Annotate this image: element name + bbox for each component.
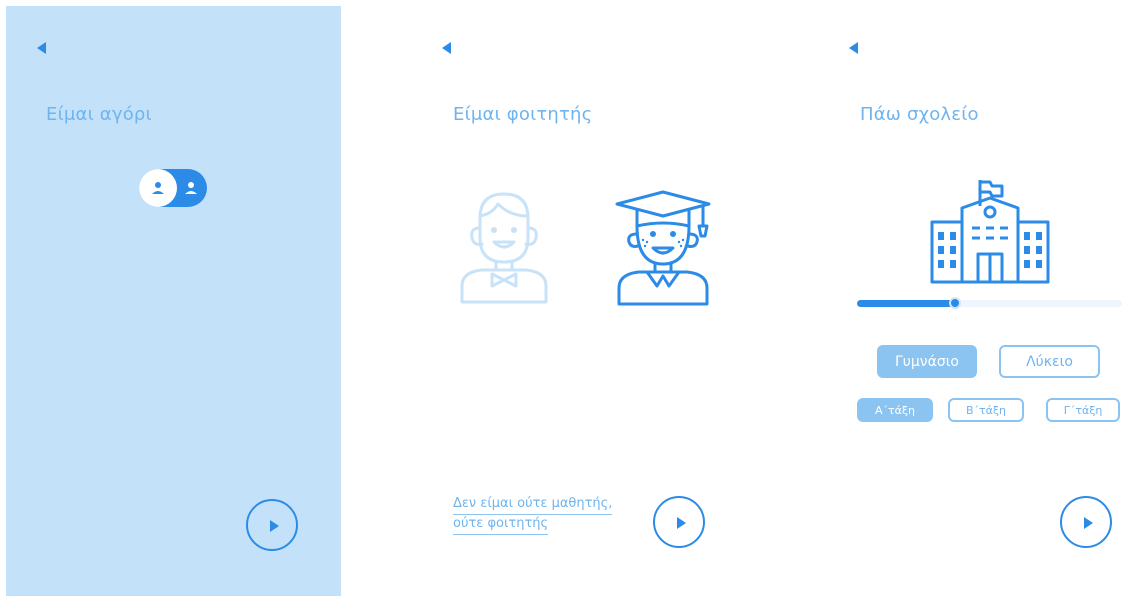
link-line-2: ούτε φοιτητής bbox=[453, 515, 549, 535]
page-title: Πάω σχολείο bbox=[860, 104, 979, 125]
progress-fill bbox=[857, 300, 956, 307]
grade-option-a[interactable]: Α΄τάξη bbox=[857, 398, 933, 422]
grade-option-b[interactable]: Β΄τάξη bbox=[948, 398, 1024, 422]
screen-school: Πάω σχολείο Γυμνάσιο Λύκειο Α΄τάξη Β΄τάξ… bbox=[820, 0, 1122, 596]
play-icon bbox=[270, 520, 279, 532]
graduate-icon[interactable] bbox=[613, 190, 713, 306]
back-arrow-icon[interactable] bbox=[442, 42, 451, 54]
back-arrow-icon[interactable] bbox=[37, 42, 46, 54]
play-icon bbox=[677, 517, 686, 529]
screen-occupation: Είμαι φοιτητής Δεν είμαι ούτε μαθητής, ο… bbox=[410, 0, 740, 596]
progress-thumb[interactable] bbox=[949, 297, 962, 309]
not-student-link[interactable]: Δεν είμαι ούτε μαθητής, ούτε φοιτητής bbox=[453, 495, 613, 535]
page-title: Είμαι αγόρι bbox=[46, 104, 152, 125]
person-icon bbox=[185, 182, 197, 194]
school-building-icon bbox=[930, 180, 1050, 284]
gender-toggle[interactable] bbox=[139, 169, 207, 207]
next-button[interactable] bbox=[246, 499, 298, 551]
play-icon bbox=[1084, 517, 1093, 529]
next-button[interactable] bbox=[1060, 496, 1112, 548]
grade-option-c[interactable]: Γ΄τάξη bbox=[1046, 398, 1120, 422]
back-arrow-icon[interactable] bbox=[849, 42, 858, 54]
progress-slider[interactable] bbox=[857, 297, 1122, 309]
boy-icon[interactable] bbox=[458, 188, 550, 304]
school-option-lykeio[interactable]: Λύκειο bbox=[999, 345, 1100, 378]
person-icon bbox=[152, 182, 164, 194]
page-title: Είμαι φοιτητής bbox=[453, 104, 593, 125]
toggle-knob bbox=[139, 169, 177, 207]
link-line-1: Δεν είμαι ούτε μαθητής, bbox=[453, 495, 613, 515]
school-option-gymnasio[interactable]: Γυμνάσιο bbox=[877, 345, 977, 378]
screen-gender: Είμαι αγόρι bbox=[6, 6, 341, 596]
next-button[interactable] bbox=[653, 496, 705, 548]
